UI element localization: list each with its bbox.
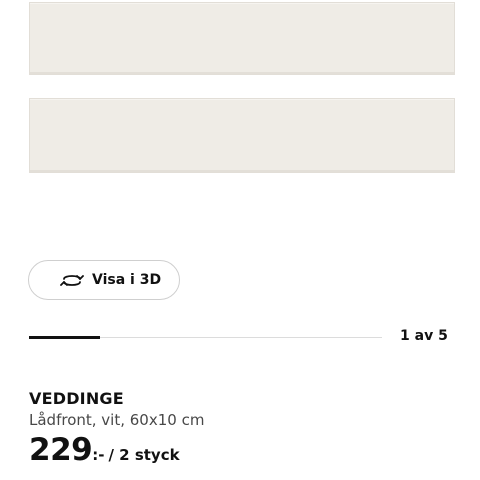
product-name[interactable]: VEDDINGE <box>29 389 124 408</box>
gallery-pager-text: 1 av 5 <box>400 328 448 344</box>
price-amount: 229 <box>29 432 93 468</box>
product-page: Visa i 3D 1 av 5 VEDDINGE Lådfront, vit,… <box>0 0 480 480</box>
view-in-3d-label: Visa i 3D <box>92 272 162 288</box>
gallery-progress-fill <box>29 336 100 339</box>
product-description: Lådfront, vit, 60x10 cm <box>29 411 205 429</box>
price-suffix: :- <box>92 446 105 464</box>
price: 229 :- / 2 styck <box>29 432 180 468</box>
product-image-drawer-front-1 <box>29 2 455 75</box>
price-unit: / 2 styck <box>108 446 180 464</box>
rotate-3d-icon <box>60 271 84 289</box>
product-image-drawer-front-2 <box>29 98 455 173</box>
gallery-progress-track[interactable] <box>29 336 382 339</box>
view-in-3d-button[interactable]: Visa i 3D <box>28 260 180 300</box>
